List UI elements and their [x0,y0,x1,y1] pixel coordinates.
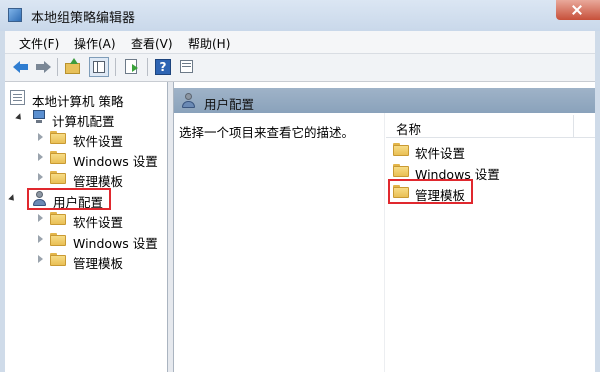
expand-arrow-icon[interactable] [38,214,43,222]
list-item-label: 软件设置 [415,146,466,161]
tree-item-user-admin-templates[interactable]: 管理模板 [5,250,165,271]
toolbar-separator [115,58,116,76]
folder-icon [393,143,409,156]
menu-action[interactable]: 操作(A) [74,35,116,52]
list-item-software[interactable]: 软件设置 [391,140,591,161]
title-bar: 本地组策略编辑器 [0,0,600,31]
details-pane: 用户配置 选择一个项目来查看它的描述。 名称 软件设置 Windows 设置 管… [174,82,595,372]
list-item-windows[interactable]: Windows 设置 [391,161,591,182]
computer-icon [31,110,47,124]
expand-arrow-icon[interactable] [38,173,43,181]
back-arrow-icon[interactable] [11,57,31,77]
menu-file[interactable]: 文件(F) [19,35,59,52]
details-title: 用户配置 [204,97,255,112]
console-tree: 本地计算机 策略 计算机配置 软件设置 Windows 设置 管理模板 用户配置 [5,82,168,372]
up-folder-icon[interactable] [63,57,83,77]
column-separator[interactable] [573,115,574,137]
user-icon [181,93,197,108]
help-icon[interactable]: ? [153,57,173,77]
show-hide-tree-icon[interactable] [89,57,109,77]
close-button[interactable] [556,0,600,20]
folder-icon [50,151,66,164]
tree-item-label: 管理模板 [73,256,124,271]
column-header-name[interactable]: 名称 [386,115,595,138]
tree-item-computer-config[interactable]: 计算机配置 [5,108,165,129]
highlight-box [388,179,473,204]
highlight-box [27,188,111,210]
folder-icon [393,164,409,177]
main-area: 本地计算机 策略 计算机配置 软件设置 Windows 设置 管理模板 用户配置 [5,82,595,372]
app-icon [8,8,22,22]
folder-icon [50,171,66,184]
column-header-label: 名称 [396,122,422,137]
description-text: 选择一个项目来查看它的描述。 [179,125,355,140]
tree-item-computer-windows[interactable]: Windows 设置 [5,148,165,169]
tree-item-label: 软件设置 [73,215,124,230]
toolbar: ? [5,54,595,82]
details-header: 用户配置 [174,88,595,113]
tree-item-root[interactable]: 本地计算机 策略 [5,88,165,109]
menu-help[interactable]: 帮助(H) [188,35,230,52]
expand-arrow-icon[interactable] [38,133,43,141]
menu-bar: 文件(F) 操作(A) 查看(V) 帮助(H) [5,31,595,54]
collapse-arrow-icon[interactable] [15,113,24,122]
window-title: 本地组策略编辑器 [31,11,136,26]
folder-icon [50,253,66,266]
collapse-arrow-icon[interactable] [8,194,17,203]
toolbar-separator [57,58,58,76]
folder-icon [50,212,66,225]
tree-item-user-windows[interactable]: Windows 设置 [5,230,165,251]
export-list-icon[interactable] [122,57,142,77]
expand-arrow-icon[interactable] [38,255,43,263]
tree-item-computer-admin-templates[interactable]: 管理模板 [5,168,165,189]
tree-item-computer-software[interactable]: 软件设置 [5,128,165,149]
expand-arrow-icon[interactable] [38,153,43,161]
list-divider [384,113,385,372]
properties-icon[interactable] [177,57,197,77]
policy-icon [10,90,25,105]
expand-arrow-icon[interactable] [38,235,43,243]
folder-icon [50,131,66,144]
tree-item-user-software[interactable]: 软件设置 [5,209,165,230]
menu-view[interactable]: 查看(V) [131,35,173,52]
toolbar-separator [147,58,148,76]
folder-icon [50,233,66,246]
forward-arrow-icon[interactable] [33,57,53,77]
